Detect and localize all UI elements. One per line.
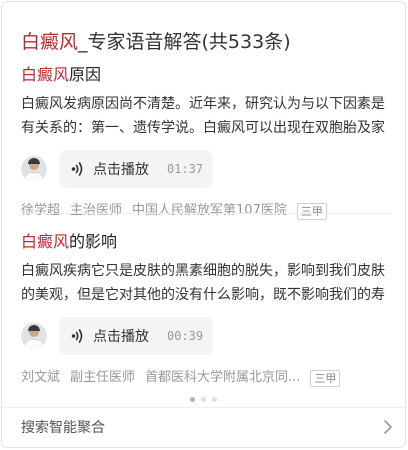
doctor-meta: 徐学超 主治医师 中国人民解放军第107医院 三甲 [21,202,393,220]
doctor-title: 副主任医师 [70,370,136,385]
voice-answer-card: 白癜风_专家语音解答(共533条) 白癜风原因 白癜风发病原因尚不清楚。近年来，… [1,1,406,448]
audio-duration: 00:39 [167,329,204,343]
divider [21,213,391,214]
answer-title[interactable]: 白癜风的影响 [21,231,393,253]
doctor-name[interactable]: 刘文斌 [21,369,60,387]
answer-item[interactable]: 白癜风原因 白癜风发病原因尚不清楚。近年来，研究认为与以下因素是有关系的：第一、… [21,64,393,220]
hospital-name[interactable]: 首都医科大学附属北京同... [145,369,300,387]
pagination-dot[interactable] [201,397,206,402]
answer-keyword: 白癜风 [21,65,70,84]
doctor-meta: 刘文斌 副主任医师 首都医科大学附属北京同... 三甲 [21,369,393,387]
play-label: 点击播放 [93,329,149,345]
pagination-dots [2,397,405,402]
audio-player-row: 点击播放 01:37 [21,150,393,188]
chevron-right-icon [384,420,392,434]
title-text: _专家语音解答(共533条) [78,31,291,53]
play-label: 点击播放 [93,162,149,178]
answer-title-text: 原因 [69,65,102,84]
audio-duration: 01:37 [167,162,204,176]
sound-wave-icon [71,329,83,343]
doctor-name[interactable]: 徐学超 [21,202,60,220]
answer-item[interactable]: 白癜风的影响 白癜风疾病它只是皮肤的黑素细胞的脱失，影响到我们皮肤的美观，但是它… [21,231,393,387]
card-title[interactable]: 白癜风_专家语音解答(共533条) [21,29,291,55]
hospital-grade-badge: 三甲 [296,202,327,220]
audio-play-button[interactable]: 点击播放 01:37 [59,150,213,188]
sound-wave-icon [71,162,83,176]
answer-description: 白癜风疾病它只是皮肤的黑素细胞的脱失，影响到我们皮肤的美观，但是它对其他的没有什… [21,263,385,303]
audio-play-button[interactable]: 点击播放 00:39 [59,317,213,355]
doctor-title: 主治医师 [70,203,123,218]
pagination-dot[interactable] [190,397,195,402]
hospital-name[interactable]: 中国人民解放军第107医院 [132,202,287,220]
hospital-grade-badge: 三甲 [310,369,341,387]
audio-player-row: 点击播放 00:39 [21,317,393,355]
answer-keyword: 白癜风 [21,232,70,251]
footer-link[interactable]: 搜索智能聚合 [2,408,405,446]
footer-label: 搜索智能聚合 [21,420,105,436]
answer-title-text: 的影响 [69,232,118,251]
title-keyword: 白癜风 [21,31,79,53]
doctor-avatar [21,323,47,349]
answer-title[interactable]: 白癜风原因 [21,64,393,86]
doctor-avatar [21,156,47,182]
answer-description: 白癜风发病原因尚不清楚。近年来，研究认为与以下因素是有关系的：第一、遗传学说。白… [21,96,385,136]
pagination-dot[interactable] [212,397,217,402]
